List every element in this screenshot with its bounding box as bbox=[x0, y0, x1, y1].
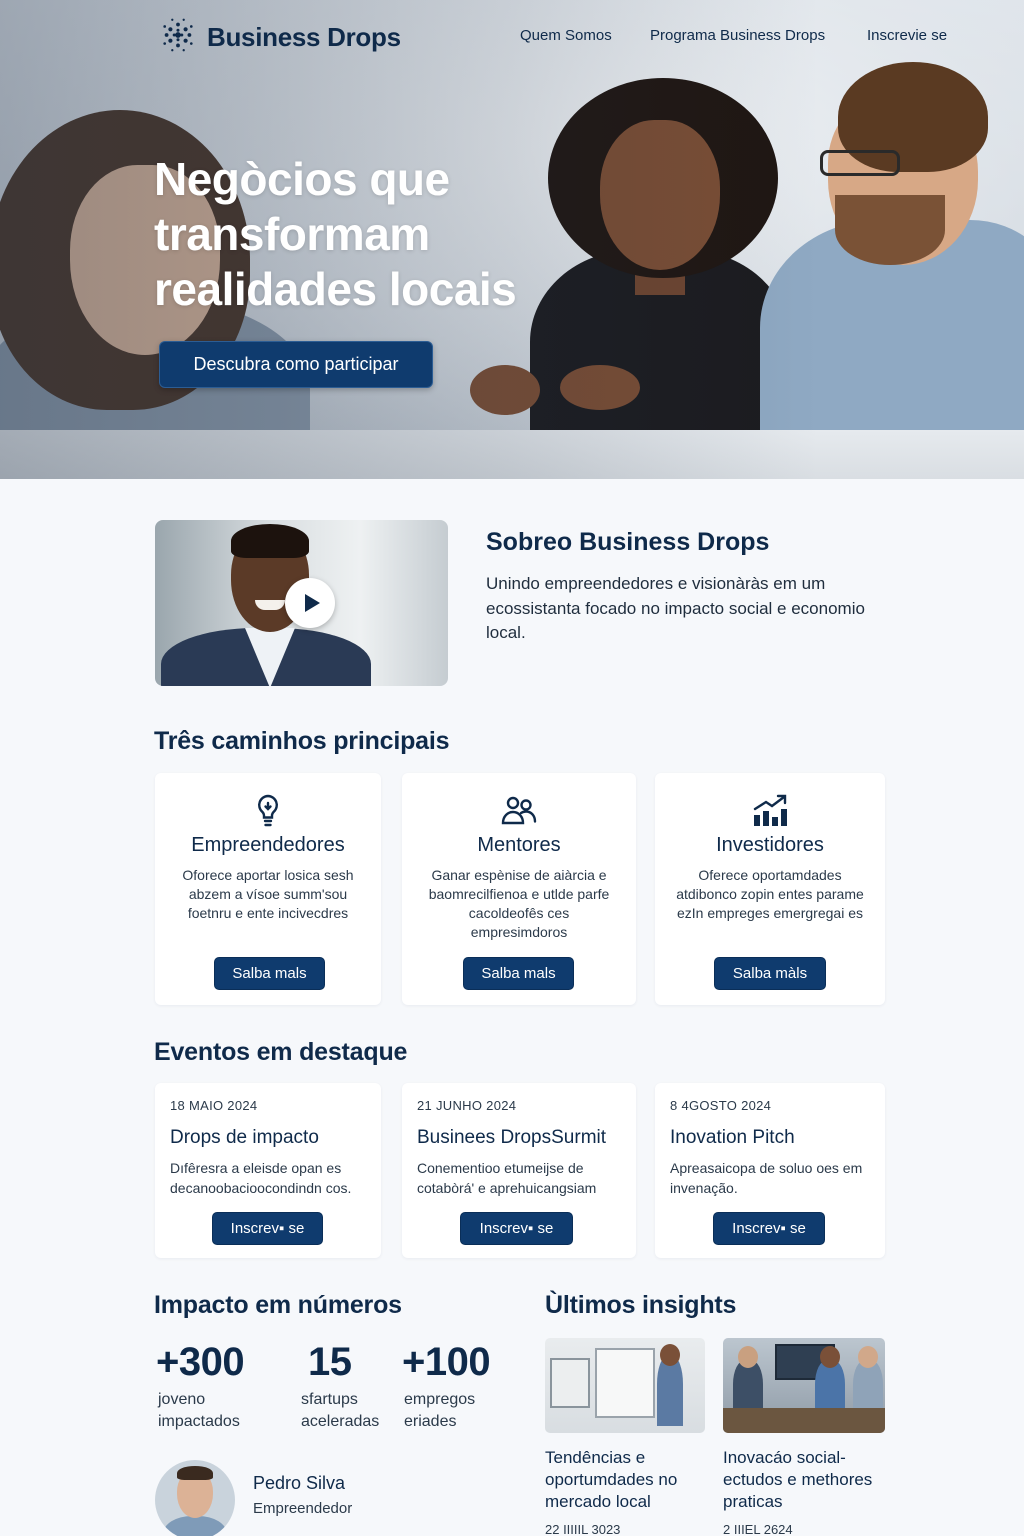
about-video[interactable] bbox=[155, 520, 448, 686]
whiteboard-shape bbox=[550, 1358, 590, 1408]
testimonial-name: Pedro Silva bbox=[253, 1473, 346, 1493]
event-date: 18 MAIO 2024 bbox=[170, 1098, 258, 1113]
path-description: Oferece oportamdades atdibonco zopin ent… bbox=[676, 867, 864, 921]
event-card: 21 JUNHO 2024 Businees DropsSurmit Conem… bbox=[402, 1083, 636, 1258]
stat-value: 15 bbox=[308, 1340, 352, 1384]
insight-image[interactable] bbox=[723, 1338, 885, 1433]
path-title: Empreendedores bbox=[191, 834, 345, 856]
path-card-investors: Investidores Oferece oportamdades atdibo… bbox=[655, 773, 885, 1005]
events-title: Eventos em destaque bbox=[154, 1038, 408, 1066]
avatar bbox=[155, 1460, 235, 1536]
insight-image[interactable] bbox=[545, 1338, 705, 1433]
about-text: Unindo empreendedores e visionàràs em um… bbox=[486, 574, 865, 642]
insight-title[interactable]: Tendências e oportumdades no mercado loc… bbox=[545, 1447, 715, 1513]
event-card: 18 MAIO 2024 Drops de impacto Dıfêresra … bbox=[155, 1083, 381, 1258]
path-card-mentors: Mentores Ganar espènise de aiàrcia e bao… bbox=[402, 773, 636, 1005]
path-card-entrepreneurs: Empreendedores Oforece aportar losica se… bbox=[155, 773, 381, 1005]
stat-label: sfartups aceleradas bbox=[301, 1391, 380, 1430]
learn-more-button[interactable]: Salba màls bbox=[714, 957, 826, 990]
hero-cta-button[interactable]: Descubra como participar bbox=[159, 341, 433, 388]
event-description: Conementioo etumeijse de cotabòrá' e apr… bbox=[417, 1160, 597, 1196]
whiteboard-shape bbox=[595, 1348, 655, 1418]
people-icon bbox=[501, 796, 537, 825]
path-description: Ganar espènise de aiàrcia e baomrecilfie… bbox=[428, 867, 610, 940]
nav-link-quem-somos[interactable]: Quem Somos bbox=[520, 27, 612, 44]
learn-more-button[interactable]: Salba mals bbox=[214, 957, 325, 990]
event-card: 8 4GOSTO 2024 Inovation Pitch Apreasaico… bbox=[655, 1083, 885, 1258]
register-button[interactable]: Inscrev▪ se bbox=[212, 1212, 323, 1245]
growth-chart-icon bbox=[753, 794, 787, 826]
presenter-shape bbox=[657, 1356, 683, 1426]
person-head-shape bbox=[820, 1346, 840, 1368]
stat-value: +100 bbox=[402, 1340, 491, 1384]
event-description: Dıfêresra a eleisde opan es decanoobacio… bbox=[170, 1160, 352, 1196]
event-title: Drops de impacto bbox=[170, 1127, 319, 1148]
event-date: 8 4GOSTO 2024 bbox=[670, 1098, 772, 1113]
presenter-head-shape bbox=[660, 1344, 680, 1366]
impact-title: Impacto em números bbox=[154, 1291, 402, 1319]
event-date: 21 JUNHO 2024 bbox=[417, 1098, 517, 1113]
nav-link-programa[interactable]: Programa Business Drops bbox=[650, 27, 825, 44]
avatar-body bbox=[163, 1516, 227, 1536]
insights-title: Ùltimos insights bbox=[545, 1291, 737, 1319]
path-title: Investidores bbox=[716, 834, 824, 856]
lightbulb-icon bbox=[258, 794, 278, 827]
stat-value: +300 bbox=[156, 1340, 245, 1384]
play-icon[interactable] bbox=[285, 578, 335, 628]
event-description: Apreasaicopa de soluo oes em invenação. bbox=[670, 1160, 863, 1196]
logo-icon[interactable] bbox=[159, 16, 197, 54]
video-person-hair bbox=[231, 524, 309, 558]
top-nav: Business Drops Quem Somos Programa Busin… bbox=[0, 0, 1024, 74]
paths-title: Três caminhos principais bbox=[154, 727, 450, 755]
person-head-shape bbox=[858, 1346, 878, 1368]
insight-date: 22 IIIIIL 3023 bbox=[545, 1522, 621, 1536]
brand-name[interactable]: Business Drops bbox=[207, 22, 401, 53]
avatar-hair bbox=[177, 1466, 213, 1480]
person-head-shape bbox=[738, 1346, 758, 1368]
event-title: Inovation Pitch bbox=[670, 1127, 795, 1148]
stat-label: empregos eriades bbox=[404, 1391, 476, 1430]
testimonial-role: Empreendedor bbox=[253, 1500, 353, 1517]
desk-shape bbox=[723, 1408, 885, 1433]
insight-title[interactable]: Inovacáo social- ectudos e methores prat… bbox=[723, 1447, 893, 1513]
hero-title: Negòcios que transformam realidades loca… bbox=[154, 153, 517, 315]
insight-date: 2 IIIEL 2624 bbox=[723, 1522, 793, 1536]
path-description: Oforece aportar losica sesh abzem a víso… bbox=[182, 867, 354, 921]
about-title: Sobreo Business Drops bbox=[486, 528, 770, 556]
register-button[interactable]: Inscrev▪ se bbox=[713, 1212, 825, 1245]
path-title: Mentores bbox=[477, 834, 561, 856]
nav-link-inscreva-se[interactable]: Inscrevie se bbox=[867, 27, 947, 44]
register-button[interactable]: Inscrev▪ se bbox=[460, 1212, 573, 1245]
hero-section: Business Drops Quem Somos Programa Busin… bbox=[0, 0, 1024, 479]
event-title: Businees DropsSurmit bbox=[417, 1127, 607, 1148]
learn-more-button[interactable]: Salba mals bbox=[463, 957, 574, 990]
stat-label: joveno impactados bbox=[158, 1391, 240, 1430]
